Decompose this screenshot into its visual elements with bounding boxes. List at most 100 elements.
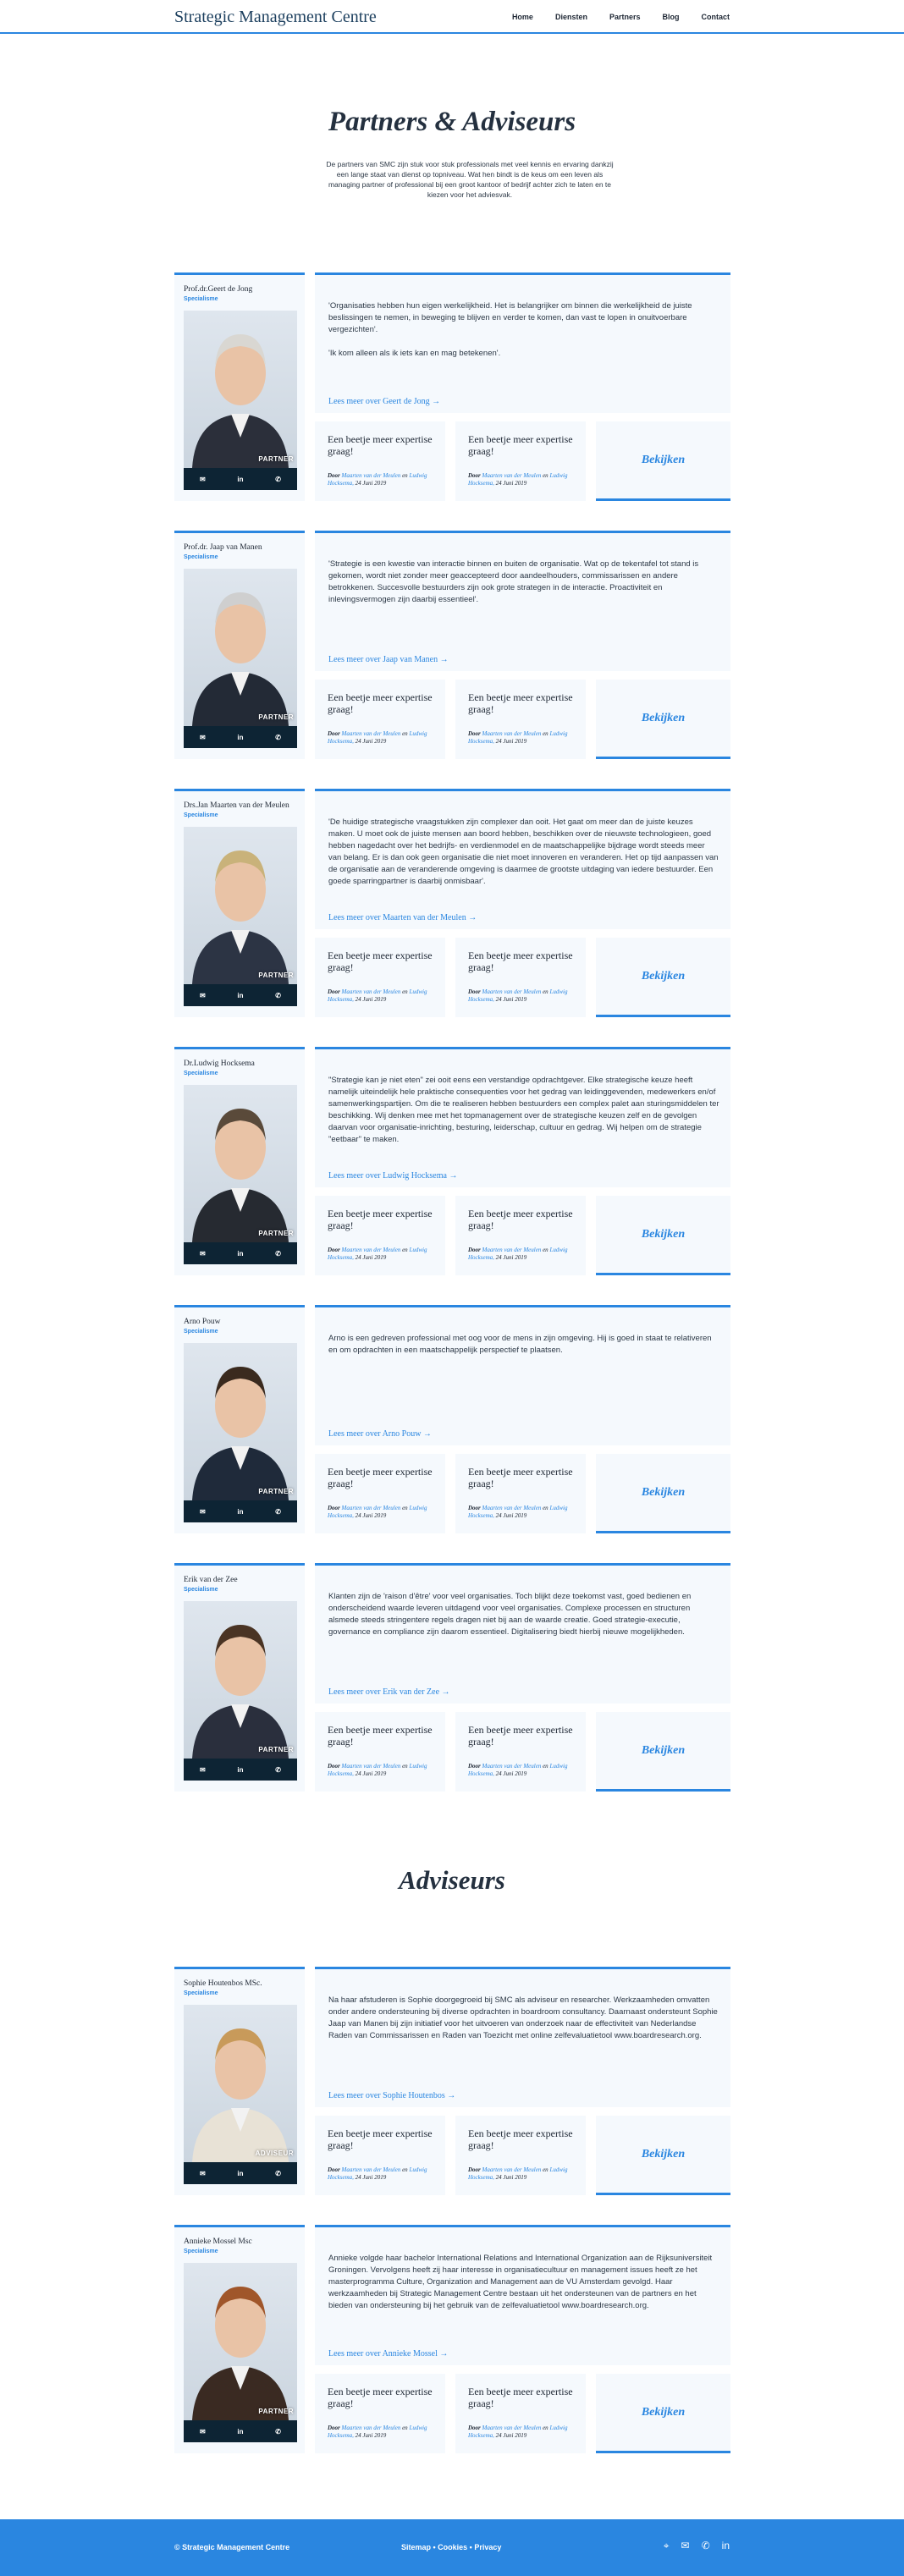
- blog-teaser[interactable]: Een beetje meer expertise graag! Door Ma…: [315, 1712, 445, 1792]
- person-name: Annieke Mossel Msc: [184, 2237, 252, 2246]
- view-button[interactable]: Bekijken: [596, 1712, 730, 1792]
- blog-author-1[interactable]: Maarten van der Meulen: [482, 1505, 542, 1511]
- blog-author-1[interactable]: Maarten van der Meulen: [342, 2425, 401, 2431]
- phone-icon[interactable]: ✆: [270, 1508, 287, 1516]
- blog-author-1[interactable]: Maarten van der Meulen: [482, 730, 542, 737]
- nav-blog[interactable]: Blog: [663, 13, 680, 21]
- blog-meta: Door Maarten van der Meulen en Ludwig Ho…: [468, 1505, 578, 1520]
- blog-teaser[interactable]: Een beetje meer expertise graag! Door Ma…: [315, 1454, 445, 1533]
- view-button[interactable]: Bekijken: [596, 680, 730, 759]
- blog-teaser[interactable]: Een beetje meer expertise graag! Door Ma…: [315, 680, 445, 759]
- blog-author-1[interactable]: Maarten van der Meulen: [342, 1763, 401, 1770]
- view-button[interactable]: Bekijken: [596, 2116, 730, 2195]
- mail-icon[interactable]: ✉: [194, 2428, 211, 2436]
- blog-author-1[interactable]: Maarten van der Meulen: [482, 472, 542, 479]
- nav-partners[interactable]: Partners: [609, 13, 641, 21]
- blog-and: en: [543, 2166, 548, 2173]
- person-specialism: Specialisme: [184, 554, 218, 560]
- blog-teaser[interactable]: Een beetje meer expertise graag! Door Ma…: [455, 2374, 586, 2453]
- linkedin-icon[interactable]: in: [232, 476, 249, 483]
- read-more-link[interactable]: Lees meer over Geert de Jong →: [328, 397, 440, 406]
- view-button[interactable]: Bekijken: [596, 421, 730, 501]
- mail-icon[interactable]: ✉: [194, 2170, 211, 2177]
- brand-logo[interactable]: Strategic Management Centre: [174, 8, 377, 27]
- blog-author-1[interactable]: Maarten van der Meulen: [342, 730, 401, 737]
- linkedin-icon[interactable]: in: [232, 1766, 249, 1774]
- linkedin-icon[interactable]: in: [232, 2428, 249, 2436]
- blog-author-1[interactable]: Maarten van der Meulen: [342, 2166, 401, 2173]
- linkedin-icon[interactable]: in: [232, 992, 249, 999]
- footer-links[interactable]: Sitemap • Cookies • Privacy: [401, 2543, 501, 2551]
- linkedin-icon[interactable]: in: [232, 2170, 249, 2177]
- person-card: Erik van der Zee Specialisme PARTNER ✉ i…: [174, 1563, 305, 1792]
- blog-teaser[interactable]: Een beetje meer expertise graag! Door Ma…: [455, 421, 586, 501]
- person-specialism: Specialisme: [184, 296, 218, 302]
- mail-icon[interactable]: ✉: [194, 734, 211, 741]
- view-button[interactable]: Bekijken: [596, 2374, 730, 2453]
- read-more-link[interactable]: Lees meer over Ludwig Hocksema →: [328, 1171, 457, 1181]
- linkedin-icon[interactable]: in: [232, 1508, 249, 1516]
- blog-author-1[interactable]: Maarten van der Meulen: [482, 988, 542, 995]
- role-badge: PARTNER: [258, 455, 294, 463]
- blog-author-1[interactable]: Maarten van der Meulen: [482, 1763, 542, 1770]
- mail-icon[interactable]: ✉: [681, 2540, 690, 2552]
- view-button[interactable]: Bekijken: [596, 938, 730, 1017]
- blog-author-1[interactable]: Maarten van der Meulen: [482, 2425, 542, 2431]
- blog-and: en: [402, 988, 408, 995]
- blog-author-1[interactable]: Maarten van der Meulen: [482, 2166, 542, 2173]
- phone-icon[interactable]: ✆: [270, 476, 287, 483]
- blog-and: en: [543, 988, 548, 995]
- mail-icon[interactable]: ✉: [194, 1766, 211, 1774]
- nav-contact[interactable]: Contact: [702, 13, 730, 21]
- blog-teaser[interactable]: Een beetje meer expertise graag! Door Ma…: [455, 680, 586, 759]
- blog-teaser[interactable]: Een beetje meer expertise graag! Door Ma…: [455, 2116, 586, 2195]
- linkedin-icon[interactable]: in: [722, 2540, 730, 2552]
- blog-date: 24 Juni 2019: [495, 1512, 527, 1519]
- person-entry: Dr.Ludwig Hocksema Specialisme PARTNER ✉…: [174, 1047, 730, 1275]
- blog-author-1[interactable]: Maarten van der Meulen: [482, 1247, 542, 1253]
- mail-icon[interactable]: ✉: [194, 476, 211, 483]
- blog-teaser[interactable]: Een beetje meer expertise graag! Door Ma…: [455, 1196, 586, 1275]
- blog-by: Door: [328, 472, 340, 479]
- social-bar: ✉ in ✆: [184, 1242, 297, 1264]
- phone-icon[interactable]: ✆: [270, 1766, 287, 1774]
- blog-teaser[interactable]: Een beetje meer expertise graag! Door Ma…: [455, 1454, 586, 1533]
- read-more-link[interactable]: Lees meer over Arno Pouw →: [328, 1429, 432, 1439]
- blog-teaser[interactable]: Een beetje meer expertise graag! Door Ma…: [455, 938, 586, 1017]
- mail-icon[interactable]: ✉: [194, 1508, 211, 1516]
- nav-diensten[interactable]: Diensten: [555, 13, 587, 21]
- read-more-link[interactable]: Lees meer over Sophie Houtenbos →: [328, 2091, 455, 2100]
- phone-icon[interactable]: ✆: [270, 2170, 287, 2177]
- location-icon[interactable]: ⌖: [664, 2540, 670, 2552]
- blog-author-1[interactable]: Maarten van der Meulen: [342, 1247, 401, 1253]
- read-more-link[interactable]: Lees meer over Erik van der Zee →: [328, 1687, 450, 1697]
- blog-teaser[interactable]: Een beetje meer expertise graag! Door Ma…: [315, 2374, 445, 2453]
- view-button[interactable]: Bekijken: [596, 1454, 730, 1533]
- blog-author-1[interactable]: Maarten van der Meulen: [342, 988, 401, 995]
- phone-icon[interactable]: ✆: [702, 2540, 710, 2552]
- view-button[interactable]: Bekijken: [596, 1196, 730, 1275]
- read-more-link[interactable]: Lees meer over Jaap van Manen →: [328, 655, 449, 664]
- linkedin-icon[interactable]: in: [232, 734, 249, 741]
- phone-icon[interactable]: ✆: [270, 2428, 287, 2436]
- blog-author-1[interactable]: Maarten van der Meulen: [342, 472, 401, 479]
- person-card: Drs.Jan Maarten van der Meulen Specialis…: [174, 789, 305, 1017]
- quote-text: Arno is een gedreven professional met oo…: [328, 1334, 712, 1355]
- blog-teaser[interactable]: Een beetje meer expertise graag! Door Ma…: [315, 421, 445, 501]
- blog-teaser[interactable]: Een beetje meer expertise graag! Door Ma…: [455, 1712, 586, 1792]
- blog-author-1[interactable]: Maarten van der Meulen: [342, 1505, 401, 1511]
- blog-teaser[interactable]: Een beetje meer expertise graag! Door Ma…: [315, 1196, 445, 1275]
- blog-date: 24 Juni 2019: [355, 480, 387, 487]
- blog-teaser[interactable]: Een beetje meer expertise graag! Door Ma…: [315, 2116, 445, 2195]
- person-entry: Prof.dr. Jaap van Manen Specialisme PART…: [174, 531, 730, 759]
- nav-home[interactable]: Home: [512, 13, 533, 21]
- phone-icon[interactable]: ✆: [270, 734, 287, 741]
- blog-teaser[interactable]: Een beetje meer expertise graag! Door Ma…: [315, 938, 445, 1017]
- phone-icon[interactable]: ✆: [270, 992, 287, 999]
- mail-icon[interactable]: ✉: [194, 992, 211, 999]
- phone-icon[interactable]: ✆: [270, 1250, 287, 1258]
- mail-icon[interactable]: ✉: [194, 1250, 211, 1258]
- read-more-link[interactable]: Lees meer over Maarten van der Meulen →: [328, 913, 477, 922]
- read-more-link[interactable]: Lees meer over Annieke Mossel →: [328, 2349, 448, 2359]
- linkedin-icon[interactable]: in: [232, 1250, 249, 1258]
